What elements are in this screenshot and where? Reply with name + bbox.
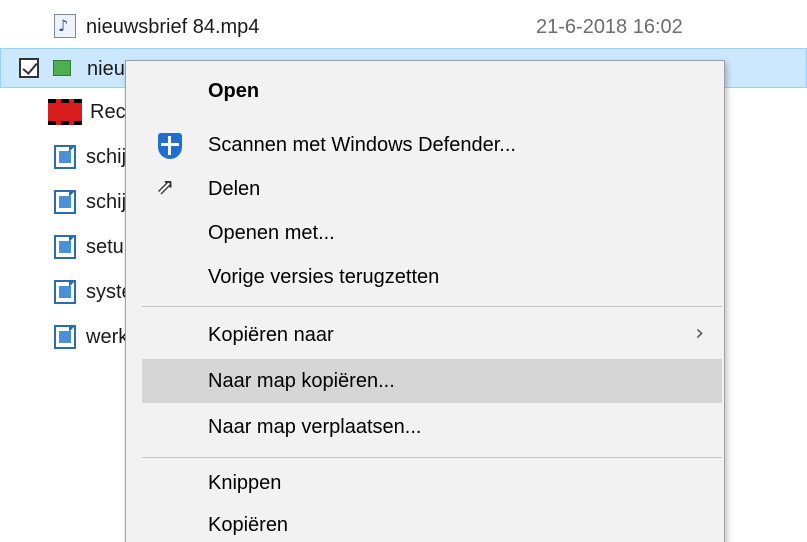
- menu-separator: [142, 306, 722, 307]
- file-row[interactable]: nieuwsbrief 84.mp4 21-6-2018 16:02: [0, 6, 807, 46]
- menu-label: Open: [208, 79, 260, 102]
- context-menu: Open Scannen met Windows Defender... ⇗ D…: [125, 60, 725, 542]
- menu-label: Vorige versies terugzetten: [208, 265, 440, 288]
- menu-item-copy-to-folder[interactable]: Naar map kopiëren...: [142, 359, 722, 403]
- menu-label: Scannen met Windows Defender...: [208, 133, 516, 156]
- recording-file-icon: [48, 99, 82, 125]
- image-file-icon: [54, 235, 76, 259]
- menu-item-share[interactable]: ⇗ Delen: [142, 167, 722, 211]
- shield-icon: [158, 133, 182, 159]
- menu-item-open[interactable]: Open: [142, 69, 722, 113]
- menu-item-move-to-folder[interactable]: Naar map verplaatsen...: [142, 405, 722, 449]
- image-file-icon: [54, 190, 76, 214]
- checkbox[interactable]: [19, 58, 39, 78]
- chevron-right-icon: ›: [695, 321, 704, 346]
- menu-item-copy[interactable]: Kopiëren: [142, 503, 722, 542]
- menu-separator: [142, 457, 722, 458]
- file-name: setu: [86, 236, 124, 258]
- menu-label: Kopiëren naar: [208, 323, 334, 346]
- menu-item-restore-versions[interactable]: Vorige versies terugzetten: [142, 255, 722, 299]
- share-icon: ⇗: [156, 175, 175, 200]
- file-name: nieu: [87, 58, 125, 80]
- menu-item-copy-to[interactable]: Kopiëren naar ›: [142, 313, 722, 357]
- menu-label: Naar map verplaatsen...: [208, 415, 422, 438]
- file-date: 21-6-2018 16:02: [536, 16, 683, 38]
- file-name: werk: [86, 326, 129, 348]
- menu-label: Kopiëren: [208, 513, 289, 536]
- menu-item-cut[interactable]: Knippen: [142, 461, 722, 505]
- file-name: nieuwsbrief 84.mp4: [86, 16, 260, 38]
- file-name: schij: [86, 191, 127, 213]
- video-file-icon: [53, 60, 71, 76]
- image-file-icon: [54, 280, 76, 304]
- menu-item-open-with[interactable]: Openen met...: [142, 211, 722, 255]
- menu-label: Delen: [208, 177, 261, 200]
- image-file-icon: [54, 145, 76, 169]
- image-file-icon: [54, 325, 76, 349]
- file-name: schij: [86, 146, 127, 168]
- menu-label: Openen met...: [208, 221, 335, 244]
- menu-label: Naar map kopiëren...: [208, 369, 395, 392]
- menu-item-scan[interactable]: Scannen met Windows Defender...: [142, 123, 722, 167]
- menu-label: Knippen: [208, 471, 282, 494]
- audio-file-icon: [54, 14, 76, 38]
